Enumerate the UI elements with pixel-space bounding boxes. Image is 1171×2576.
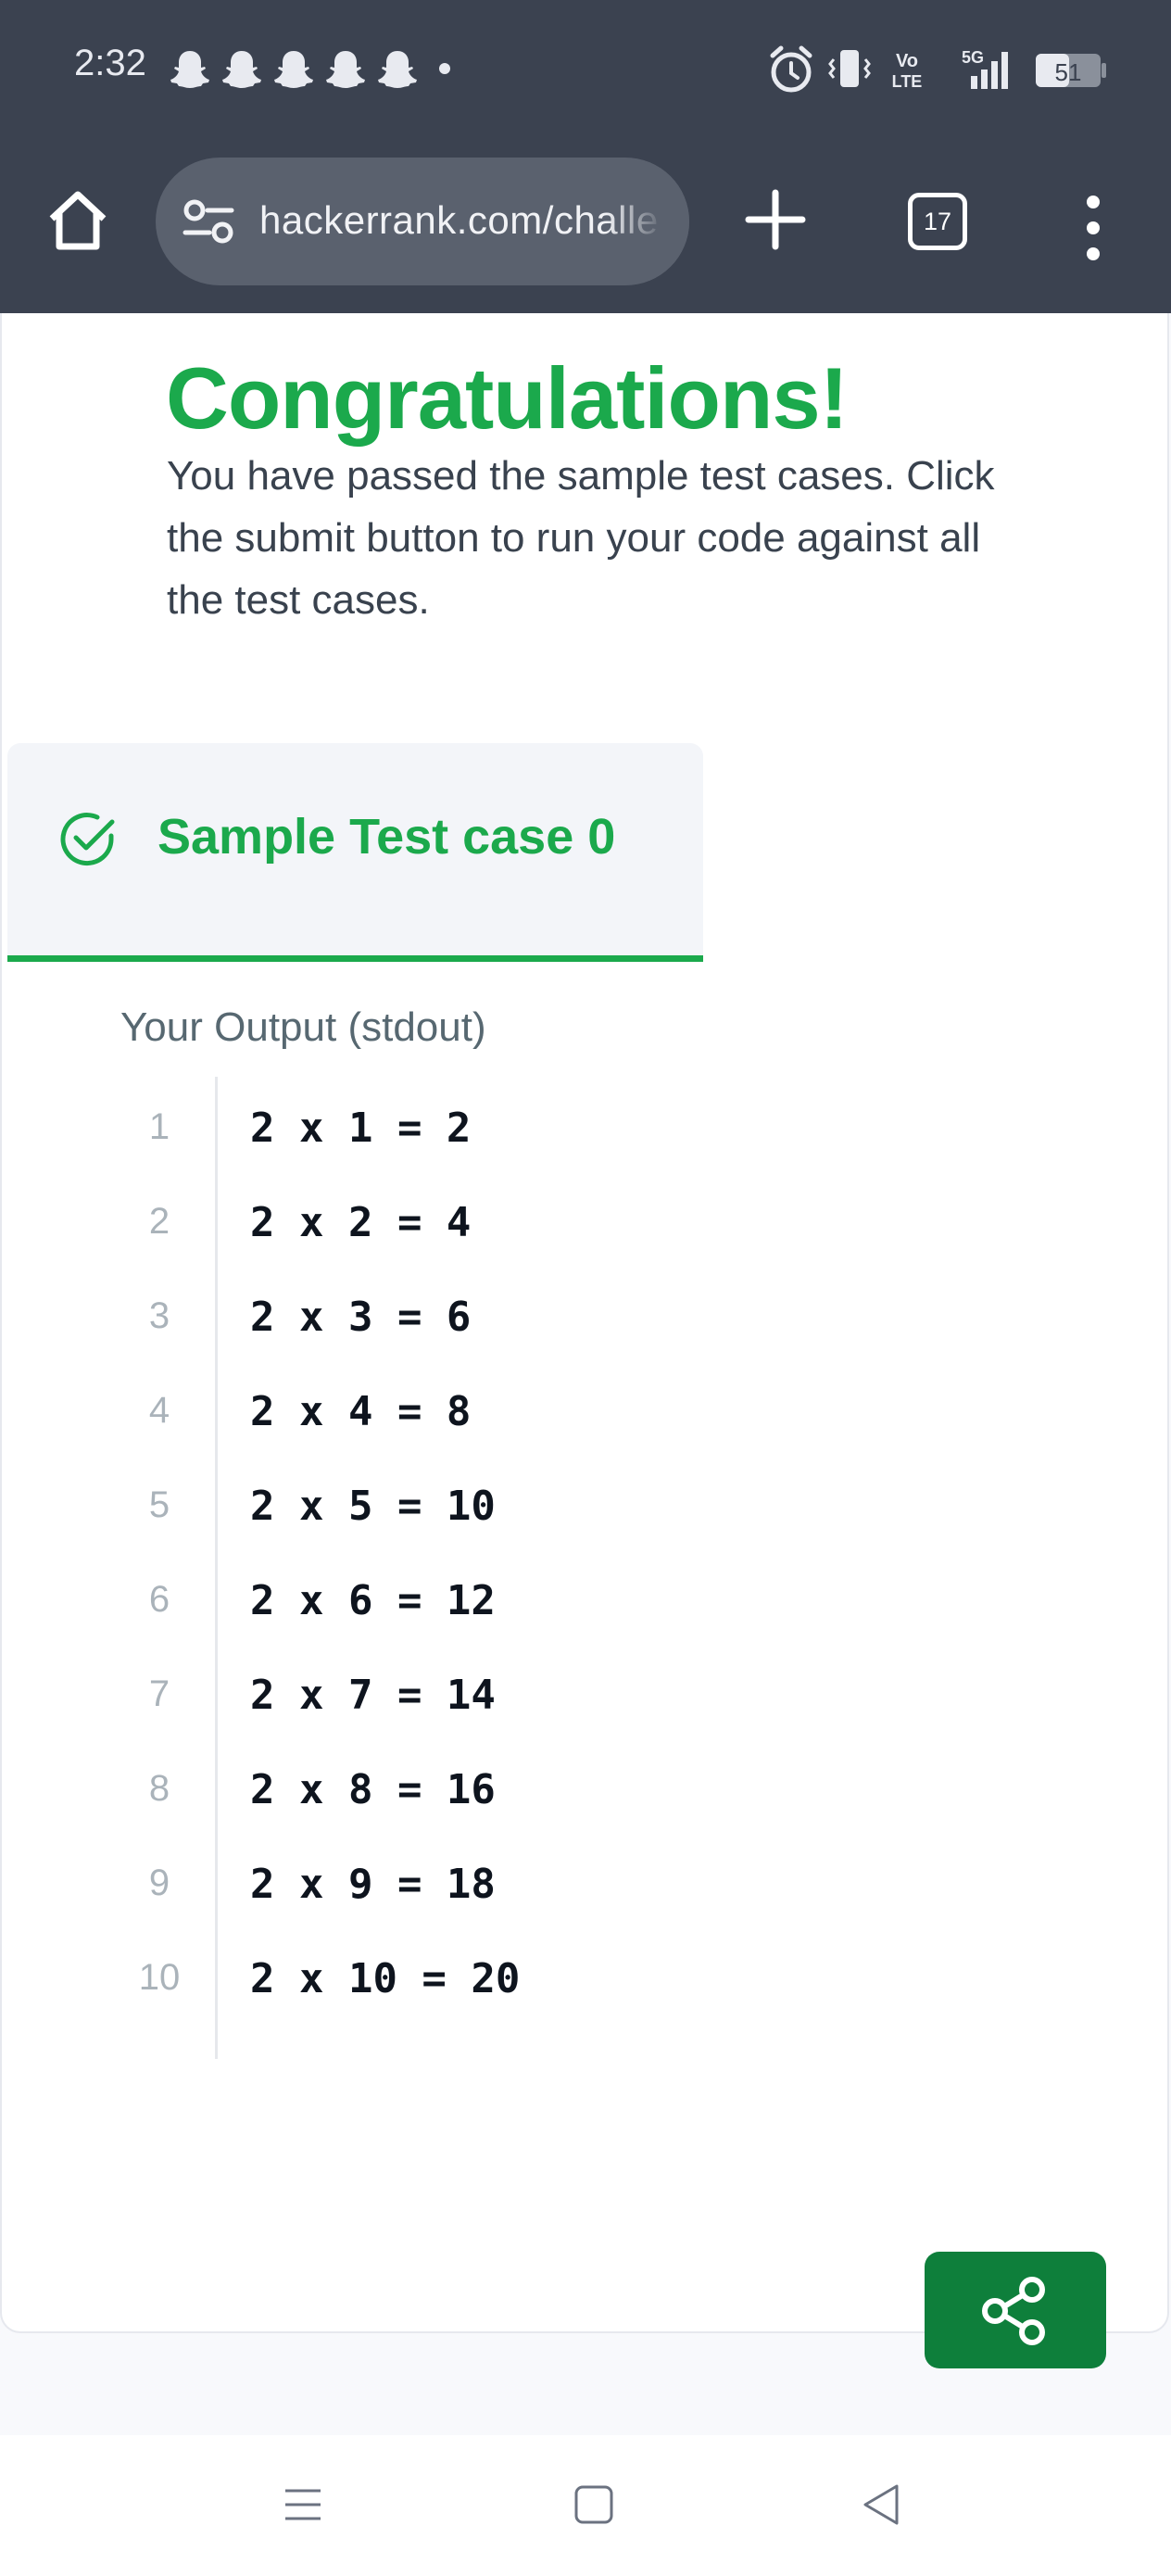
address-bar[interactable]: hackerrank.com/challe [156, 158, 689, 285]
result-panel: Congratulations! You have passed the sam… [0, 313, 1169, 2333]
snapchat-icon [378, 51, 417, 88]
share-button[interactable] [925, 2252, 1106, 2368]
output-line: 8 2 x 8 = 16 [122, 1738, 863, 1833]
home-nav-icon[interactable] [573, 2483, 615, 2526]
line-number: 5 [148, 1484, 170, 1525]
signal-icon: 5G [962, 48, 1008, 89]
phone-screen: 2:32 Vo LTE 5G 51 hackerrank.com/challe … [0, 0, 1171, 2576]
plus-icon[interactable] [741, 185, 810, 254]
url-text[interactable]: hackerrank.com/challe [259, 198, 659, 243]
status-bar: 2:32 Vo LTE 5G 51 [0, 0, 1171, 139]
browser-toolbar: hackerrank.com/challe 17 [0, 139, 1171, 313]
tab-switcher-button[interactable]: 17 [908, 193, 967, 250]
svg-text:LTE: LTE [892, 72, 923, 91]
line-text: 2 x 3 = 6 [250, 1294, 472, 1341]
output-line: 2 2 x 2 = 4 [122, 1171, 863, 1266]
line-number: 9 [148, 1863, 170, 1903]
snapchat-icon [274, 51, 313, 88]
system-nav-bar [0, 2435, 1171, 2576]
url-fade [606, 158, 689, 285]
line-text: 2 x 8 = 16 [250, 1766, 496, 1813]
line-text: 2 x 9 = 18 [250, 1861, 496, 1908]
output-line: 4 2 x 4 = 8 [122, 1360, 863, 1455]
line-number: 10 [138, 1957, 181, 1998]
volte-icon: Vo LTE [892, 51, 923, 91]
line-number: 7 [148, 1673, 170, 1714]
line-number: 3 [148, 1295, 170, 1336]
battery-icon: 51 [1036, 54, 1106, 87]
test-case-label: Sample Test case 0 [157, 809, 616, 865]
snapchat-icon [326, 51, 365, 88]
recent-apps-icon[interactable] [282, 2483, 324, 2526]
alarm-icon [770, 45, 812, 93]
line-number: 4 [148, 1390, 170, 1431]
line-text: 2 x 1 = 2 [250, 1105, 472, 1152]
battery-level: 51 [1055, 58, 1082, 86]
more-notifications-dot [439, 63, 450, 74]
output-line: 3 2 x 3 = 6 [122, 1266, 863, 1360]
line-number: 1 [148, 1106, 170, 1147]
network-type: 5G [962, 48, 984, 67]
line-number: 2 [148, 1201, 170, 1242]
output-line: 7 2 x 7 = 14 [122, 1644, 863, 1738]
result-message: You have passed the sample test cases. C… [167, 453, 995, 623]
notification-icons [169, 48, 419, 89]
output-line: 1 2 x 1 = 2 [122, 1077, 863, 1171]
check-circle-icon [60, 813, 115, 866]
back-icon[interactable] [860, 2481, 902, 2528]
output-line: 5 2 x 5 = 10 [122, 1455, 863, 1549]
site-settings-icon[interactable] [182, 198, 235, 245]
output-label: Your Output (stdout) [120, 1004, 486, 1050]
line-text: 2 x 5 = 10 [250, 1483, 496, 1530]
line-number: 8 [148, 1768, 170, 1809]
tab-sample-test-case-0[interactable]: Sample Test case 0 [7, 743, 703, 962]
svg-text:Vo: Vo [896, 51, 918, 71]
output-line: 10 2 x 10 = 20 [122, 1927, 863, 2022]
status-time: 2:32 [74, 43, 146, 83]
snapchat-icon [222, 51, 261, 88]
line-text: 2 x 4 = 8 [250, 1388, 472, 1435]
line-text: 2 x 6 = 12 [250, 1577, 496, 1624]
line-text: 2 x 10 = 20 [250, 1955, 521, 2002]
snapchat-icon [170, 51, 209, 88]
share-icon [982, 2277, 1045, 2345]
line-text: 2 x 2 = 4 [250, 1199, 472, 1246]
output-line: 6 2 x 6 = 12 [122, 1549, 863, 1644]
more-vert-icon[interactable] [1075, 191, 1112, 265]
result-title: Congratulations! [166, 349, 849, 447]
home-icon[interactable] [43, 185, 113, 256]
line-text: 2 x 7 = 14 [250, 1672, 496, 1719]
stdout-output: 1 2 x 1 = 2 2 2 x 2 = 4 3 2 x 3 = 6 4 2 … [122, 1077, 863, 2059]
vibrate-icon [828, 50, 871, 87]
output-line: 9 2 x 9 = 18 [122, 1833, 863, 1927]
line-number: 6 [148, 1579, 170, 1620]
